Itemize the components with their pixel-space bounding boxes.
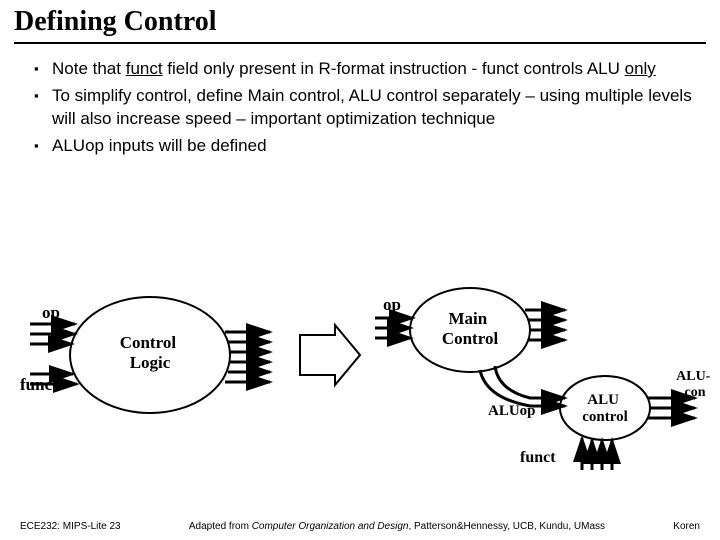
bullet-3-text: ALUop inputs will be defined [52, 136, 267, 155]
bullet-3: ALUop inputs will be defined [34, 135, 696, 158]
aluop-line-1 [495, 366, 565, 398]
bullet-list: Note that funct field only present in R-… [0, 44, 720, 158]
footer: ECE232: MIPS-Lite 23 Adapted from Comput… [0, 521, 720, 532]
footer-right: Koren [673, 521, 700, 532]
alu-control-ellipse [560, 376, 650, 440]
bullet-1-text-b: field only present in R-format instructi… [163, 59, 625, 78]
bullet-1: Note that funct field only present in R-… [34, 58, 696, 81]
control-logic-text: Control Logic [120, 333, 181, 372]
block-arrow-icon [300, 325, 360, 385]
left-op-label: op [42, 303, 60, 322]
aluop-label: ALUop [488, 403, 536, 419]
diagram: op funct op ALUop funct ALU- con [0, 280, 720, 490]
footer-left: ECE232: MIPS-Lite 23 [20, 521, 121, 532]
bullet-2: To simplify control, define Main control… [34, 85, 696, 131]
bullet-1-underline-a: funct [126, 59, 163, 78]
aluop-line-2 [480, 370, 565, 406]
footer-mid: Adapted from Computer Organization and D… [189, 521, 605, 532]
title-bar: Defining Control [0, 0, 720, 40]
bullet-1-underline-b: only [625, 59, 656, 78]
main-control-text: Main Control [442, 309, 499, 348]
right-op-label: op [383, 295, 401, 314]
right-funct-label: funct [520, 449, 556, 466]
bullet-2-text: To simplify control, define Main control… [52, 86, 692, 128]
alucon-label-1: ALU- con [676, 369, 714, 400]
alu-control-text: ALU control [582, 392, 628, 425]
bullet-1-text-a: Note that [52, 59, 126, 78]
page-title: Defining Control [14, 6, 217, 37]
